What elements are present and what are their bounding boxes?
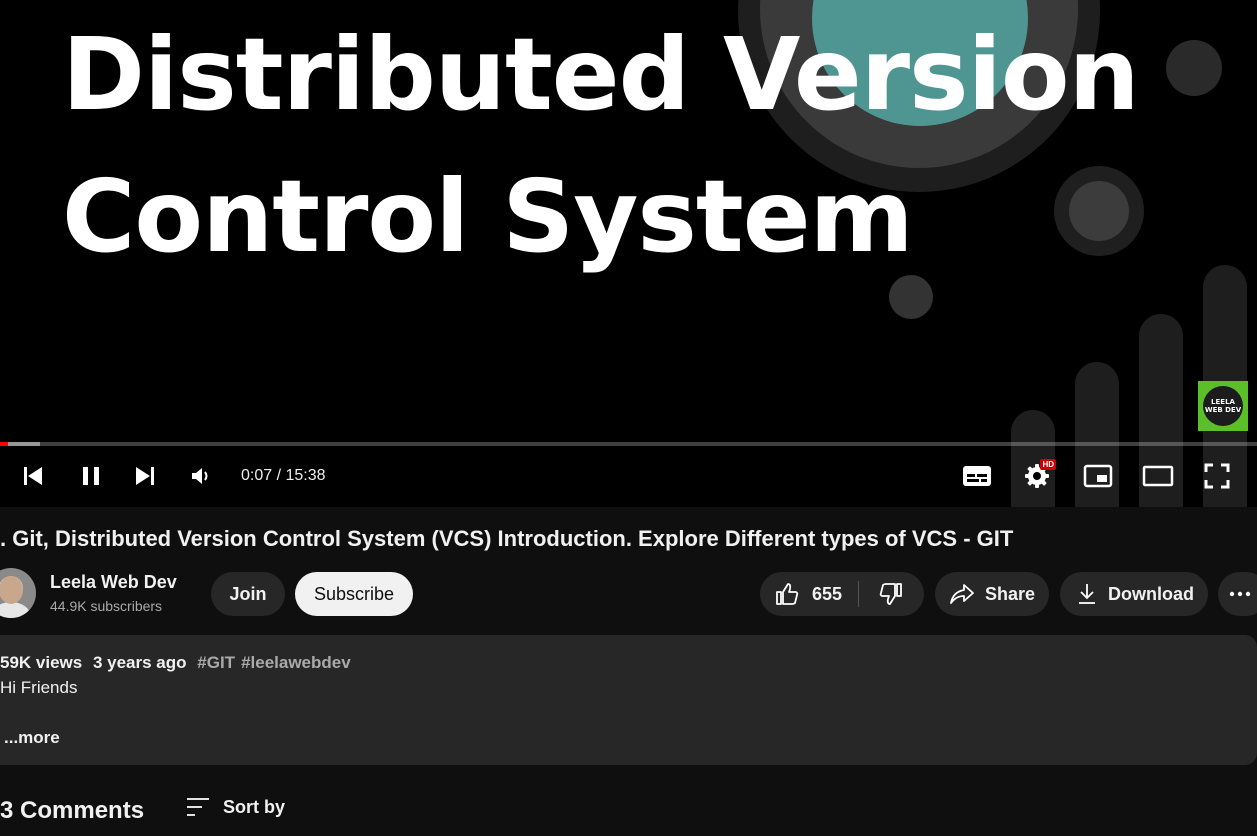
share-label: Share: [985, 583, 1036, 604]
video-title: . Git, Distributed Version Control Syste…: [0, 526, 1014, 551]
skip-next-icon: [136, 467, 154, 485]
watermark-logo: LEELA WEB DEV: [1203, 386, 1243, 426]
video-frame-title-line1: Distributed Version: [62, 16, 1140, 133]
next-button[interactable]: [125, 456, 165, 496]
thumbs-down-icon: [879, 583, 902, 605]
sort-icon: [187, 798, 209, 816]
avatar[interactable]: [0, 568, 36, 618]
previous-button[interactable]: [13, 456, 53, 496]
hd-badge: HD: [1040, 459, 1056, 470]
download-icon: [1079, 584, 1095, 604]
progress-played: [0, 442, 8, 446]
decorative-circle: [1166, 40, 1222, 96]
hashtag-link[interactable]: #GIT: [197, 653, 235, 672]
description-text: Hi Friends: [0, 678, 78, 697]
upload-age: 3 years ago: [92, 653, 187, 672]
theater-mode-button[interactable]: [1138, 456, 1178, 496]
video-frame-title: Distributed Version Control System: [62, 4, 1140, 288]
channel-watermark[interactable]: LEELA WEB DEV: [1198, 381, 1248, 431]
sort-by-label: Sort by: [223, 796, 286, 817]
like-count: 655: [812, 583, 843, 604]
comments-count: 3 Comments: [0, 797, 145, 824]
subscriber-count: 44.9K subscribers: [50, 598, 163, 614]
video-frame-title-line2: Control System: [62, 158, 914, 275]
time-display: 0:07 / 15:38: [241, 467, 326, 484]
hashtag-link[interactable]: #leelawebdev: [241, 653, 351, 672]
miniplayer-icon: [1083, 464, 1113, 488]
fullscreen-button[interactable]: [1197, 456, 1237, 496]
description-meta: 59K views 3 years ago #GIT #leelawebdev: [0, 653, 357, 673]
progress-bar[interactable]: [0, 442, 1257, 446]
share-icon: [950, 584, 974, 604]
more-actions-button[interactable]: [1218, 572, 1257, 616]
pause-button[interactable]: [71, 456, 111, 496]
theater-mode-icon: [1142, 465, 1174, 487]
volume-icon: [192, 468, 208, 484]
like-button[interactable]: 655: [760, 572, 858, 616]
more-horizontal-icon: [1229, 591, 1251, 597]
channel-name[interactable]: Leela Web Dev: [50, 572, 177, 593]
player-controls: 0:07 / 15:38 HD: [0, 452, 1257, 502]
settings-button[interactable]: HD: [1017, 456, 1057, 496]
sort-by-button[interactable]: Sort by: [185, 796, 285, 818]
avatar-face: [0, 576, 23, 604]
avatar-body: [0, 602, 31, 618]
dislike-button[interactable]: [859, 572, 923, 616]
like-dislike-group: 655: [760, 572, 924, 616]
share-button[interactable]: Share: [935, 572, 1049, 616]
fullscreen-icon: [1204, 463, 1230, 489]
pause-icon: [83, 467, 99, 485]
subtitles-icon: [963, 466, 991, 486]
volume-button[interactable]: [181, 456, 221, 496]
video-player[interactable]: Distributed Version Control System LEELA…: [0, 0, 1257, 507]
skip-previous-icon: [24, 467, 42, 485]
subtitles-button[interactable]: [957, 456, 997, 496]
join-button[interactable]: Join: [211, 572, 285, 616]
thumbs-up-icon: [776, 583, 799, 605]
download-label: Download: [1108, 583, 1194, 604]
subscribe-button[interactable]: Subscribe: [295, 572, 413, 616]
show-more-link[interactable]: ...more: [4, 728, 60, 748]
miniplayer-button[interactable]: [1078, 456, 1118, 496]
view-count: 59K views: [0, 653, 83, 672]
download-button[interactable]: Download: [1060, 572, 1208, 616]
